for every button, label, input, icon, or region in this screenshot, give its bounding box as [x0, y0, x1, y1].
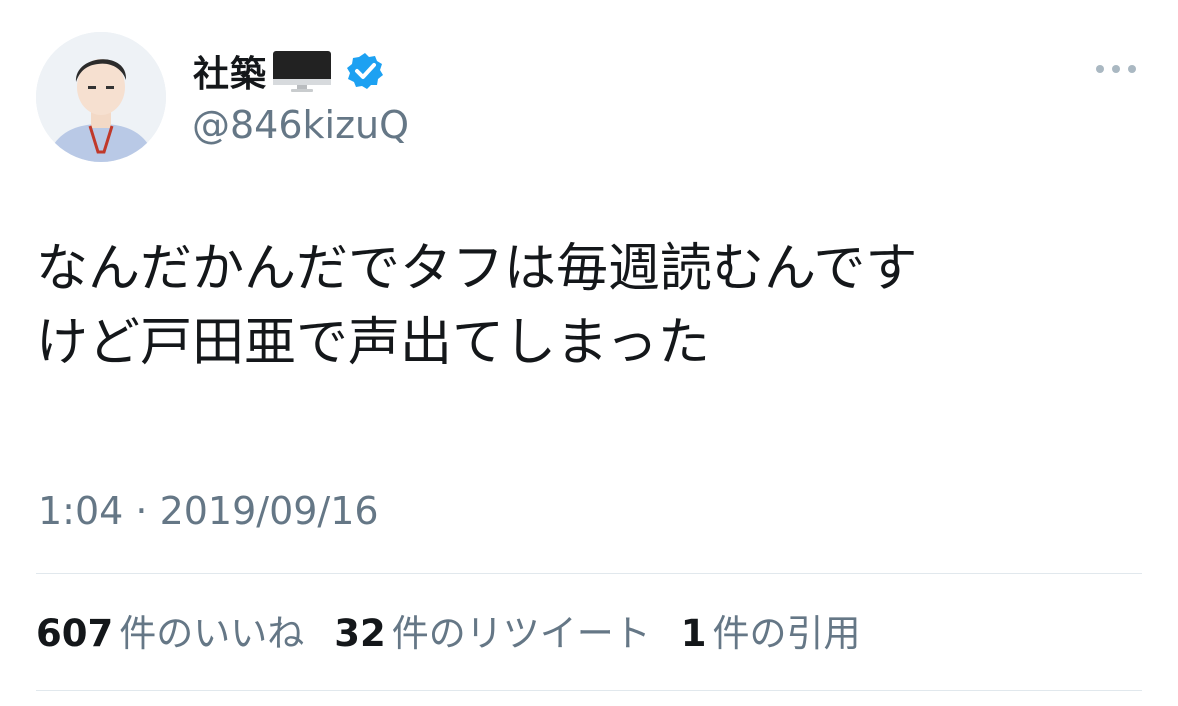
likes-count: 607 [36, 612, 114, 655]
desktop-computer-icon [273, 51, 332, 92]
avatar-illustration [36, 32, 166, 162]
user-name-row[interactable]: 社築 [193, 46, 385, 96]
retweets-stat[interactable]: 32 件のリツイート [334, 608, 651, 660]
engagement-stats: 607 件のいいね 32 件のリツイート 1 件の引用 [36, 608, 890, 660]
retweets-label: 件のリツイート [391, 612, 651, 655]
tweet-text-line: なんだかんだでタフは毎週読むんです [36, 239, 918, 299]
user-handle[interactable]: @846kizuQ [192, 100, 409, 150]
retweets-count: 32 [334, 612, 386, 655]
likes-label: 件のいいね [119, 612, 305, 655]
tweet-text-line: けど戸田亜で声出てしまった [36, 313, 710, 373]
likes-stat[interactable]: 607 件のいいね [36, 608, 304, 660]
avatar[interactable] [36, 32, 166, 162]
quotes-stat[interactable]: 1 件の引用 [681, 608, 861, 660]
quotes-label: 件の引用 [712, 612, 861, 655]
tweet-text: なんだかんだでタフは毎週読むんです けど戸田亜で声出てしまった [36, 232, 1146, 380]
more-options-icon[interactable] [1092, 56, 1140, 82]
divider [36, 690, 1142, 691]
quotes-count: 1 [680, 612, 707, 655]
display-name[interactable]: 社築 [193, 45, 267, 97]
tweet-timestamp[interactable]: 1:04 · 2019/09/16 [38, 486, 379, 536]
divider [36, 573, 1142, 574]
verified-badge-icon [347, 53, 384, 89]
